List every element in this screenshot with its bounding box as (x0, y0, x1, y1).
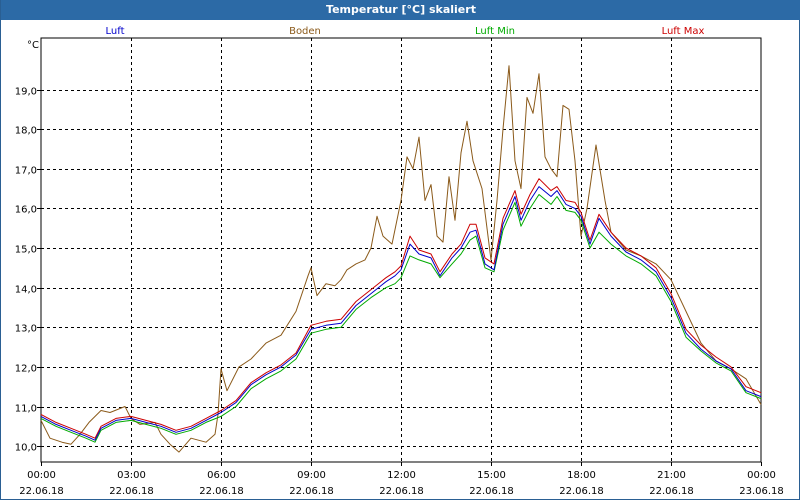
x-tick-label-time: 09:00 (297, 470, 326, 481)
y-tick-label: 19,0 (15, 87, 37, 98)
legend-luft-max: Luft Max (662, 26, 705, 37)
temperature-chart: 10,0 11,0 12,0 13,0 14,0 15,0 16,0 17,0 18,0 19,0… (15, 26, 784, 497)
y-tick-label: 13,0 (15, 324, 37, 335)
x-tick-label-time: 00:00 (27, 470, 56, 481)
y-tick-label: 10,0 (15, 443, 37, 454)
x-tick-label-time: 15:00 (477, 470, 506, 481)
x-tick-label-time: 03:00 (117, 470, 146, 481)
x-tick-label-date: 22.06.18 (109, 486, 154, 497)
y-axis-label: °C (27, 40, 39, 51)
x-tick-label-time: 06:00 (207, 470, 236, 481)
y-tick-label: 12,0 (15, 364, 37, 375)
y-tick-label: 11,0 (15, 404, 37, 415)
chart-window: Temperatur [°C] skaliert 10,0 11,0 12,0 13,… (0, 0, 800, 500)
x-tick-label-date: 22.06.18 (559, 486, 604, 497)
x-tick-label-time: 12:00 (387, 470, 416, 481)
x-tick-label-time: 21:00 (657, 470, 686, 481)
legend-luft: Luft (106, 26, 125, 37)
x-tick-label-date: 22.06.18 (469, 486, 514, 497)
x-tick-label-date: 22.06.18 (289, 486, 334, 497)
y-tick-label: 18,0 (15, 126, 37, 137)
x-tick-label-date: 22.06.18 (199, 486, 244, 497)
y-tick-label: 16,0 (15, 205, 37, 216)
x-tick-label-date: 22.06.18 (379, 486, 424, 497)
x-tick-label-date: 22.06.18 (19, 486, 64, 497)
legend-boden: Boden (289, 26, 321, 37)
x-tick-label-time: 18:00 (567, 470, 596, 481)
legend-luft-min: Luft Min (475, 26, 515, 37)
y-tick-label: 17,0 (15, 166, 37, 177)
y-tick-label: 15,0 (15, 245, 37, 256)
x-tick-label-date: 23.06.18 (739, 486, 784, 497)
x-tick-label-date: 22.06.18 (649, 486, 694, 497)
y-tick-label: 14,0 (15, 285, 37, 296)
x-tick-label-time: 00:00 (747, 470, 776, 481)
